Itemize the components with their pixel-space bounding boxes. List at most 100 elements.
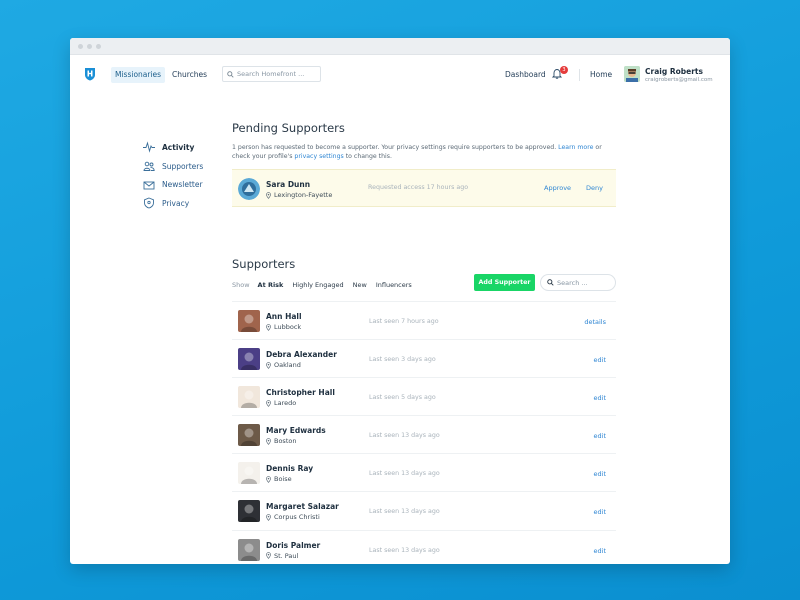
pending-status: Requested access 17 hours ago — [368, 184, 469, 191]
location-pin-icon — [266, 323, 271, 331]
last-seen-status: Last seen 13 days ago — [369, 546, 440, 554]
sidebar-item-newsletter[interactable]: Newsletter — [143, 175, 223, 194]
nav-churches[interactable]: Churches — [168, 67, 211, 83]
pending-request-row: Sara Dunn Lexington-Fayette Requested ac… — [232, 169, 616, 207]
supporter-location: Boise — [266, 475, 292, 483]
location-pin-icon — [266, 438, 271, 445]
last-seen-status: Last seen 3 days ago — [369, 356, 436, 364]
location-text: Oakland — [274, 361, 301, 370]
window-close-dot[interactable] — [78, 43, 83, 49]
supporters-list: Ann Hall Lubbock Last seen 7 hours ago d… — [232, 301, 616, 564]
privacy-info-text: 1 person has requested to become a suppo… — [232, 143, 616, 161]
supporter-name[interactable]: Ann Hall — [266, 312, 302, 321]
notification-badge: 3 — [560, 66, 568, 74]
nav-missionaries[interactable]: Missionaries — [111, 67, 166, 83]
nav-dashboard[interactable]: Dashboard — [505, 70, 546, 79]
search-icon — [227, 70, 234, 78]
avatar-icon — [238, 462, 260, 485]
edit-link[interactable]: edit — [594, 432, 606, 440]
last-seen-status: Last seen 13 days ago — [369, 508, 440, 516]
location-text: Laredo — [274, 399, 297, 408]
sidebar-item-supporters[interactable]: Supporters — [143, 157, 223, 176]
privacy-settings-link[interactable]: privacy settings — [294, 153, 343, 160]
user-avatar[interactable] — [624, 66, 640, 82]
location-text: Lexington-Fayette — [274, 191, 333, 199]
avatar-icon — [238, 348, 260, 371]
location-text: Boise — [274, 475, 292, 484]
edit-link[interactable]: edit — [594, 508, 606, 516]
sidebar-item-label: Privacy — [162, 198, 190, 208]
sidebar-item-label: Supporters — [162, 161, 204, 171]
supporter-location: Corpus Christi — [266, 513, 320, 521]
sidebar-item-activity[interactable]: Activity — [143, 138, 223, 157]
supporter-location: Lubbock — [266, 323, 301, 331]
homefront-logo-icon[interactable] — [84, 67, 96, 81]
table-row[interactable]: Christopher Hall Laredo Last seen 5 days… — [232, 378, 616, 417]
avatar — [238, 386, 260, 409]
nav-home[interactable]: Home — [590, 70, 612, 79]
supporter-location: Laredo — [266, 399, 296, 407]
supporter-name[interactable]: Christopher Hall — [266, 388, 335, 397]
supporter-name[interactable]: Mary Edwards — [266, 426, 326, 435]
supporter-name[interactable]: Debra Alexander — [266, 350, 337, 359]
sidebar-item-label: Activity — [162, 142, 195, 152]
location-pin-icon — [266, 191, 271, 199]
supporter-name[interactable]: Dennis Ray — [266, 464, 313, 473]
learn-more-link[interactable]: Learn more — [558, 144, 593, 151]
supporter-location: St. Paul — [266, 552, 298, 560]
window-maximize-dot[interactable] — [96, 43, 101, 49]
user-name[interactable]: Craig Roberts — [645, 67, 703, 76]
location-pin-icon — [266, 361, 271, 369]
supporter-location: Boston — [266, 437, 296, 445]
edit-link[interactable]: edit — [594, 394, 606, 402]
table-row[interactable]: Ann Hall Lubbock Last seen 7 hours ago d… — [232, 302, 616, 341]
global-search[interactable] — [222, 66, 321, 82]
supporter-name[interactable]: Margaret Salazar — [266, 502, 339, 511]
filter-new[interactable]: New — [353, 281, 367, 289]
shield-icon — [144, 197, 154, 209]
avatar — [238, 348, 260, 371]
avatar-icon — [238, 538, 260, 561]
sidebar: Activity Supporters Newsletter Privacy — [143, 138, 223, 213]
table-row[interactable]: Debra Alexander Oakland Last seen 3 days… — [232, 340, 616, 379]
pending-location: Lexington-Fayette — [266, 191, 332, 199]
people-icon — [143, 161, 155, 171]
nav-divider — [579, 69, 580, 81]
info-text-part: to change this. — [345, 153, 392, 160]
last-seen-status: Last seen 13 days ago — [369, 432, 440, 440]
filter-at-risk[interactable]: At Risk — [258, 281, 284, 289]
sidebar-item-label: Newsletter — [162, 180, 203, 190]
browser-window: Missionaries Churches Dashboard 3 Home — [70, 38, 730, 564]
supporter-search[interactable] — [540, 274, 616, 291]
last-seen-status: Last seen 5 days ago — [369, 394, 436, 402]
table-row[interactable]: Dennis Ray Boise Last seen 13 days ago e… — [232, 454, 616, 493]
avatar-icon — [238, 310, 260, 332]
supporter-name[interactable]: Doris Palmer — [266, 541, 320, 550]
add-supporter-button[interactable]: Add Supporter — [474, 274, 535, 291]
filter-highly-engaged[interactable]: Highly Engaged — [292, 281, 343, 289]
info-text-part: 1 person has requested to become a suppo… — [232, 144, 557, 151]
filter-influencers[interactable]: Influencers — [376, 281, 412, 289]
sidebar-item-privacy[interactable]: Privacy — [143, 194, 223, 213]
global-search-input[interactable] — [237, 70, 317, 78]
details-link[interactable]: details — [584, 318, 606, 326]
deny-button[interactable]: Deny — [586, 184, 603, 192]
pending-name[interactable]: Sara Dunn — [266, 180, 310, 189]
last-seen-status: Last seen 13 days ago — [369, 470, 440, 478]
location-pin-icon — [266, 552, 271, 559]
table-row[interactable]: Doris Palmer St. Paul Last seen 13 days … — [232, 531, 616, 564]
supporter-search-input[interactable] — [557, 278, 612, 287]
edit-link[interactable]: edit — [594, 547, 606, 555]
edit-link[interactable]: edit — [594, 470, 606, 478]
avatar-icon — [238, 178, 260, 200]
user-avatar-icon — [624, 66, 640, 82]
supporters-title: Supporters — [232, 257, 296, 271]
edit-link[interactable]: edit — [594, 356, 606, 364]
avatar-icon — [238, 500, 260, 523]
approve-button[interactable]: Approve — [544, 184, 571, 192]
table-row[interactable]: Mary Edwards Boston Last seen 13 days ag… — [232, 416, 616, 455]
window-minimize-dot[interactable] — [87, 43, 92, 49]
table-row[interactable]: Margaret Salazar Corpus Christi Last see… — [232, 492, 616, 531]
avatar-icon — [238, 424, 260, 447]
avatar — [238, 424, 260, 447]
